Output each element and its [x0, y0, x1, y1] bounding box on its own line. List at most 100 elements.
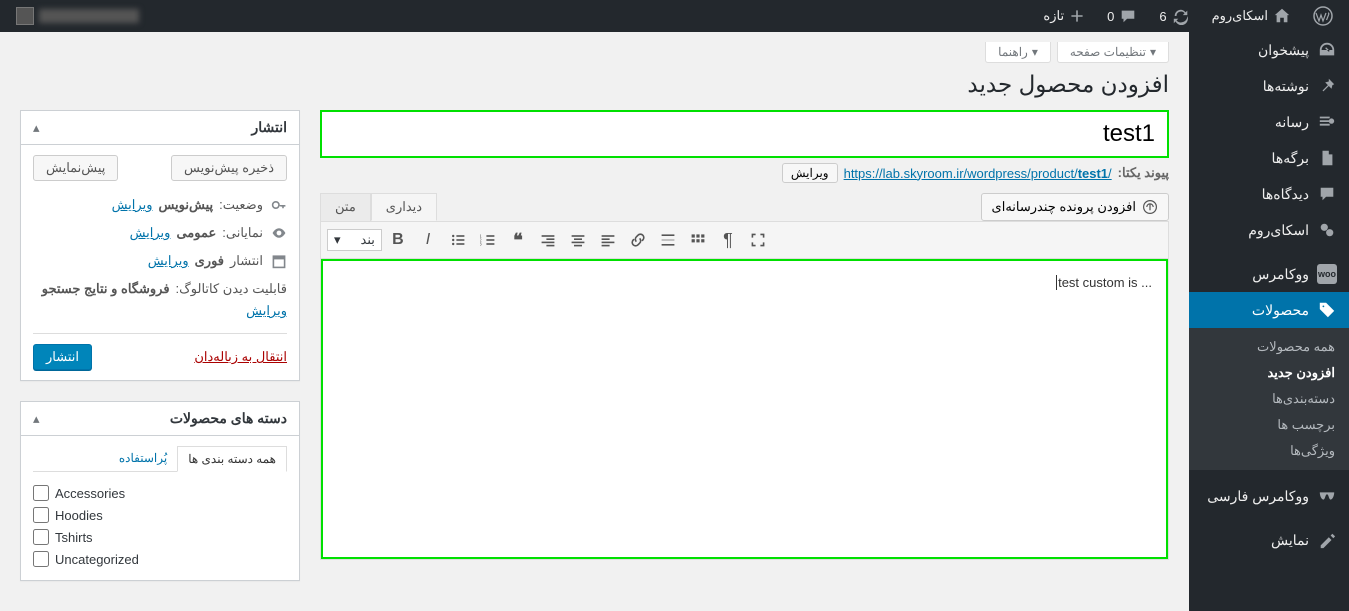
updates-link[interactable]: 6 — [1151, 7, 1197, 25]
tab-text[interactable]: متن — [320, 193, 371, 221]
user-greeting — [39, 9, 139, 23]
menu-appearance[interactable]: نمایش — [1189, 522, 1349, 558]
category-checkbox[interactable] — [33, 507, 49, 523]
menu-label: ووکامرس فارسی — [1207, 488, 1309, 505]
tab-all-categories[interactable]: همه دسته بندی ها — [177, 446, 287, 472]
bold-button[interactable]: B — [384, 226, 412, 254]
chevron-down-icon: ▾ — [1032, 45, 1038, 59]
site-link[interactable]: اسکای‌روم — [1204, 7, 1299, 25]
bullet-list-button[interactable] — [444, 226, 472, 254]
readmore-button[interactable] — [654, 226, 682, 254]
content-area: راهنما ▾ تنظیمات صفحه ▾ افزودن محصول جدی… — [0, 32, 1189, 611]
preview-button[interactable]: پیش‌نمایش — [33, 155, 118, 181]
content-editor[interactable]: ... test custom is — [321, 259, 1168, 559]
wp-logo[interactable] — [1305, 6, 1341, 26]
post-title-input[interactable] — [320, 110, 1169, 158]
link-button[interactable] — [624, 226, 652, 254]
dashboard-icon — [1317, 40, 1337, 60]
align-right-button[interactable] — [534, 226, 562, 254]
menu-woocommerce[interactable]: wooووکامرس — [1189, 256, 1349, 292]
menu-comments[interactable]: دیدگاه‌ها — [1189, 176, 1349, 212]
pin-icon — [1317, 76, 1337, 96]
trash-link[interactable]: انتقال به زباله‌دان — [194, 349, 287, 365]
status-row: وضعیت: پیش‌نویس ویرایش — [33, 191, 287, 219]
category-item[interactable]: Tshirts — [33, 526, 287, 548]
menu-posts[interactable]: نوشته‌ها — [1189, 68, 1349, 104]
toolbar-toggle-button[interactable] — [684, 226, 712, 254]
chevron-up-icon[interactable]: ▴ — [33, 411, 40, 427]
catalog-value: فروشگاه و نتایج جستجو — [42, 281, 170, 297]
menu-products[interactable]: محصولات — [1189, 292, 1349, 328]
menu-skyroom[interactable]: اسکای‌روم — [1189, 212, 1349, 248]
edit-slug-button[interactable]: ویرایش — [782, 163, 838, 183]
menu-dashboard[interactable]: پیشخوان — [1189, 32, 1349, 68]
status-value: پیش‌نویس — [158, 197, 213, 213]
screen-meta-links: راهنما ▾ تنظیمات صفحه ▾ — [20, 42, 1169, 63]
screen-options-toggle[interactable]: تنظیمات صفحه ▾ — [1057, 42, 1169, 63]
submenu-categories[interactable]: دسته‌بندی‌ها — [1189, 386, 1349, 412]
add-media-button[interactable]: افزودن پرونده چندرسانه‌ای — [981, 193, 1169, 221]
category-checkbox[interactable] — [33, 529, 49, 545]
edit-status-link[interactable]: ویرایش — [112, 197, 153, 213]
number-list-button[interactable]: 123 — [474, 226, 502, 254]
menu-label: نوشته‌ها — [1263, 78, 1309, 95]
align-left-button[interactable] — [594, 226, 622, 254]
quote-button[interactable]: ❝ — [504, 226, 532, 254]
schedule-value: فوری — [195, 253, 224, 269]
submenu-add-new[interactable]: افزودن جدید — [1189, 360, 1349, 386]
skyroom-icon — [1317, 220, 1337, 240]
admin-sidebar: پیشخوان نوشته‌ها رسانه برگه‌ها دیدگاه‌ها… — [1189, 32, 1349, 611]
admin-bar: اسکای‌روم 6 0 تازه — [0, 0, 1349, 32]
submenu-tags[interactable]: برچسب ها — [1189, 412, 1349, 438]
category-checkbox[interactable] — [33, 551, 49, 567]
save-draft-button[interactable]: ذخیره پیش‌نویس — [171, 155, 287, 181]
menu-label: پیشخوان — [1258, 42, 1309, 59]
align-center-button[interactable] — [564, 226, 592, 254]
permalink-link[interactable]: https://lab.skyroom.ir/wordpress/product… — [844, 166, 1112, 181]
publish-box: انتشار ▴ ذخیره پیش‌نویس پیش‌نمایش وضعیت:… — [20, 110, 300, 381]
edit-visibility-link[interactable]: ویرایش — [130, 225, 171, 241]
menu-pages[interactable]: برگه‌ها — [1189, 140, 1349, 176]
new-label: تازه — [1043, 8, 1064, 24]
add-media-label: افزودن پرونده چندرسانه‌ای — [992, 199, 1136, 215]
user-account[interactable] — [8, 7, 147, 25]
visibility-row: نمایانی: عمومی ویرایش — [33, 219, 287, 247]
category-checkbox[interactable] — [33, 485, 49, 501]
site-name: اسکای‌روم — [1212, 8, 1268, 24]
page-title: افزودن محصول جدید — [20, 71, 1169, 98]
fullscreen-button[interactable] — [744, 226, 772, 254]
editor-content: ... test custom is — [1056, 275, 1152, 290]
category-item[interactable]: Uncategorized — [33, 548, 287, 570]
menu-label: نمایش — [1271, 532, 1309, 549]
edit-schedule-link[interactable]: ویرایش — [148, 253, 189, 269]
format-select[interactable]: بند▾ — [327, 229, 382, 251]
tab-visual[interactable]: دیداری — [371, 193, 437, 221]
updates-count: 6 — [1159, 9, 1166, 24]
category-item[interactable]: Hoodies — [33, 504, 287, 526]
category-item[interactable]: Accessories — [33, 482, 287, 504]
edit-catalog-link[interactable]: ویرایش — [246, 303, 287, 319]
chevron-up-icon[interactable]: ▴ — [33, 120, 40, 136]
paragraph-button[interactable]: ¶ — [714, 226, 742, 254]
help-toggle[interactable]: راهنما ▾ — [985, 42, 1051, 63]
submenu-attributes[interactable]: ویژگی‌ها — [1189, 438, 1349, 464]
submenu-all-products[interactable]: همه محصولات — [1189, 334, 1349, 360]
publish-box-title: انتشار — [251, 119, 287, 136]
key-icon — [269, 197, 287, 213]
categories-box-title: دسته های محصولات — [170, 410, 287, 427]
eye-icon — [269, 225, 287, 241]
publish-button[interactable]: انتشار — [33, 344, 92, 370]
tab-most-used[interactable]: پُراستفاده — [109, 446, 177, 471]
woo-icon: woo — [1317, 264, 1337, 284]
new-content[interactable]: تازه — [1035, 8, 1093, 24]
media-icon — [1142, 199, 1158, 215]
menu-label: رسانه — [1275, 114, 1309, 131]
comments-link[interactable]: 0 — [1099, 7, 1145, 25]
chevron-down-icon: ▾ — [334, 232, 341, 248]
media-icon — [1317, 112, 1337, 132]
woo-fa-icon — [1317, 486, 1337, 506]
menu-woo-persian[interactable]: ووکامرس فارسی — [1189, 478, 1349, 514]
italic-button[interactable]: I — [414, 226, 442, 254]
menu-media[interactable]: رسانه — [1189, 104, 1349, 140]
menu-label: اسکای‌روم — [1248, 222, 1309, 239]
